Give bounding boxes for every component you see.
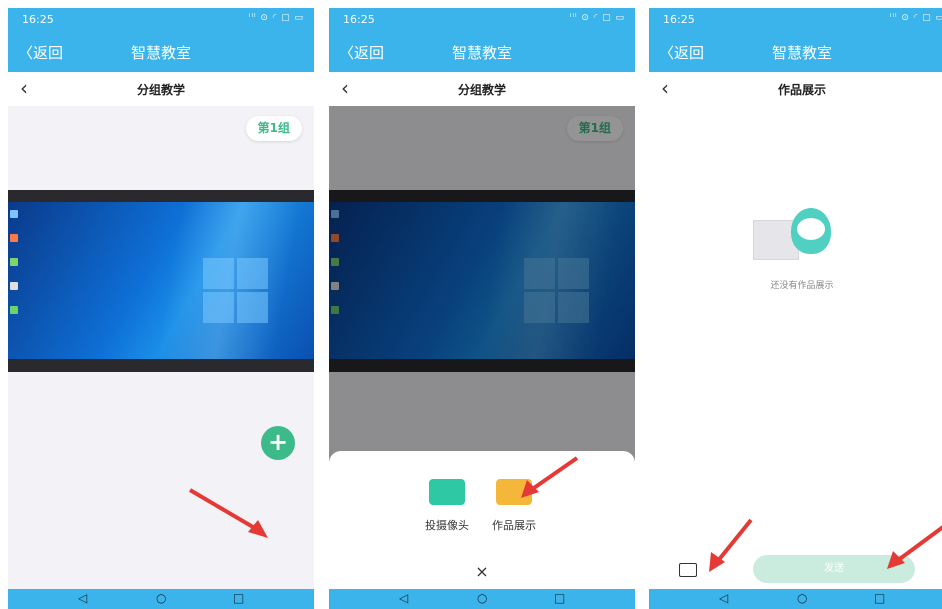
- close-button[interactable]: ×: [329, 562, 635, 581]
- desktop-wallpaper: [8, 202, 314, 359]
- status-time: 16:25: [663, 13, 695, 26]
- status-bar: 16:25 ⁱˡˡ ⊙ ◜ ▢ ▭: [649, 8, 942, 30]
- nav-recents-button[interactable]: □: [233, 591, 244, 605]
- status-bar: 16:25 ⁱˡˡ ⊙ ◜ ▢ ▭: [8, 8, 314, 30]
- nav-home-button[interactable]: ○: [477, 591, 487, 605]
- screen-works-display: 16:25 ⁱˡˡ ⊙ ◜ ▢ ▭ 〈返回 智慧教室 ‹ 作品展示 还没有作品展…: [649, 8, 942, 609]
- add-button[interactable]: +: [261, 426, 295, 460]
- app-bar: 〈返回 智慧教室: [8, 30, 314, 72]
- empty-state: 还没有作品展示: [649, 106, 942, 589]
- mascot-icon: [791, 208, 831, 254]
- page-header: ‹ 作品展示: [649, 72, 942, 106]
- app-title: 智慧教室: [771, 44, 832, 62]
- page-header: ‹ 分组教学: [8, 72, 314, 106]
- page-title: 作品展示: [777, 83, 826, 97]
- option-camera[interactable]: 投摄像头: [417, 479, 477, 533]
- page-header: ‹ 分组教学: [329, 72, 635, 106]
- app-title: 智慧教室: [451, 44, 512, 62]
- app-title: 智慧教室: [130, 44, 191, 62]
- plus-icon: +: [267, 428, 289, 456]
- system-nav-bar: ◁ ○ □: [329, 589, 635, 609]
- image-picker-icon[interactable]: [679, 563, 697, 577]
- desktop-icons: [10, 210, 18, 330]
- status-icons: ⁱˡˡ ⊙ ◜ ▢ ▭: [248, 13, 304, 23]
- system-nav-bar: ◁ ○ □: [649, 589, 942, 609]
- nav-back-button[interactable]: ◁: [78, 591, 87, 605]
- screen-group-teaching-menu: 16:25 ⁱˡˡ ⊙ ◜ ▢ ▭ 〈返回 智慧教室 ‹ 分组教学 第1组 投摄…: [329, 8, 635, 609]
- nav-back-button[interactable]: ◁: [399, 591, 408, 605]
- nav-back-button[interactable]: ◁: [719, 591, 728, 605]
- red-arrow: [887, 525, 942, 569]
- page-title: 分组教学: [457, 83, 506, 97]
- nav-recents-button[interactable]: □: [874, 591, 885, 605]
- red-arrow: [521, 456, 579, 498]
- status-icons: ⁱˡˡ ⊙ ◜ ▢ ▭: [569, 13, 625, 23]
- nav-recents-button[interactable]: □: [554, 591, 565, 605]
- option-label: 投摄像头: [425, 519, 469, 532]
- shared-screen: [8, 190, 314, 372]
- empty-illustration: [753, 206, 843, 266]
- status-time: 16:25: [22, 13, 54, 26]
- status-icons: ⁱˡˡ ⊙ ◜ ▢ ▭: [889, 13, 942, 23]
- status-bar: 16:25 ⁱˡˡ ⊙ ◜ ▢ ▭: [329, 8, 635, 30]
- camera-icon: [429, 479, 465, 505]
- screen-group-teaching: 16:25 ⁱˡˡ ⊙ ◜ ▢ ▭ 〈返回 智慧教室 ‹ 分组教学 第1组 +: [8, 8, 314, 609]
- windows-logo-icon: [203, 258, 269, 324]
- system-nav-bar: ◁ ○ □: [8, 589, 314, 609]
- group-tag[interactable]: 第1组: [245, 116, 302, 141]
- status-time: 16:25: [343, 13, 375, 26]
- empty-message: 还没有作品展示: [770, 281, 834, 291]
- action-sheet: 投摄像头 作品展示 ×: [329, 451, 635, 589]
- red-arrow: [188, 488, 268, 538]
- option-label: 作品展示: [492, 519, 536, 532]
- app-bar: 〈返回 智慧教室: [649, 30, 942, 72]
- app-bar: 〈返回 智慧教室: [329, 30, 635, 72]
- nav-home-button[interactable]: ○: [156, 591, 166, 605]
- nav-home-button[interactable]: ○: [797, 591, 807, 605]
- red-arrow: [709, 518, 753, 572]
- page-title: 分组教学: [136, 83, 185, 97]
